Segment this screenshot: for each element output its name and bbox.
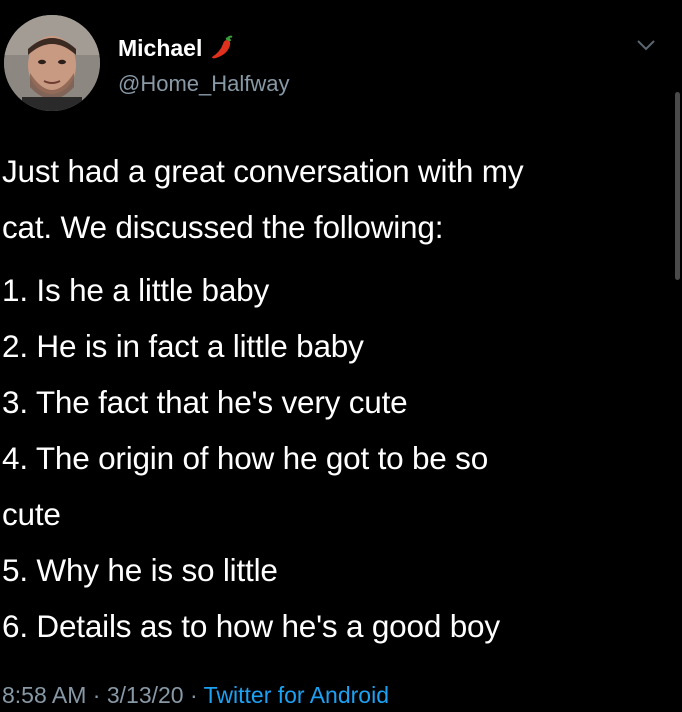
list-item-continuation: cute bbox=[2, 496, 61, 532]
author-name-row[interactable]: Michael bbox=[118, 32, 236, 64]
tweet-line: cat. We discussed the following: bbox=[2, 209, 444, 245]
list-item: 1. Is he a little baby bbox=[2, 272, 270, 308]
hot-pepper-icon bbox=[208, 34, 236, 62]
tweet-card: Michael @Home_Halfway Just had a great c… bbox=[0, 0, 682, 712]
tweet-text: Just had a great conversation with my ca… bbox=[2, 143, 662, 654]
tweet-time[interactable]: 8:58 AM bbox=[2, 682, 86, 708]
list-item: 3. The fact that he's very cute bbox=[2, 384, 408, 420]
meta-separator: · bbox=[183, 682, 204, 708]
list-item: 4. The origin of how he got to be so bbox=[2, 440, 489, 476]
avatar-photo bbox=[4, 15, 100, 111]
list-item: 5. Why he is so little bbox=[2, 552, 278, 588]
chevron-down-icon[interactable] bbox=[636, 38, 656, 52]
list-item: 6. Details as to how he's a good boy bbox=[2, 608, 500, 644]
list-item: 2. He is in fact a little baby bbox=[2, 328, 364, 364]
tweet-line: Just had a great conversation with my bbox=[2, 153, 524, 189]
tweet-date[interactable]: 3/13/20 bbox=[107, 682, 184, 708]
avatar[interactable] bbox=[4, 15, 100, 111]
tweet-source-link[interactable]: Twitter for Android bbox=[204, 682, 389, 708]
scrollbar[interactable] bbox=[675, 92, 680, 280]
display-name[interactable]: Michael bbox=[118, 34, 202, 62]
tweet-meta: 8:58 AM · 3/13/20 · Twitter for Android bbox=[2, 681, 389, 709]
author-handle[interactable]: @Home_Halfway bbox=[118, 70, 290, 98]
meta-separator: · bbox=[86, 682, 107, 708]
